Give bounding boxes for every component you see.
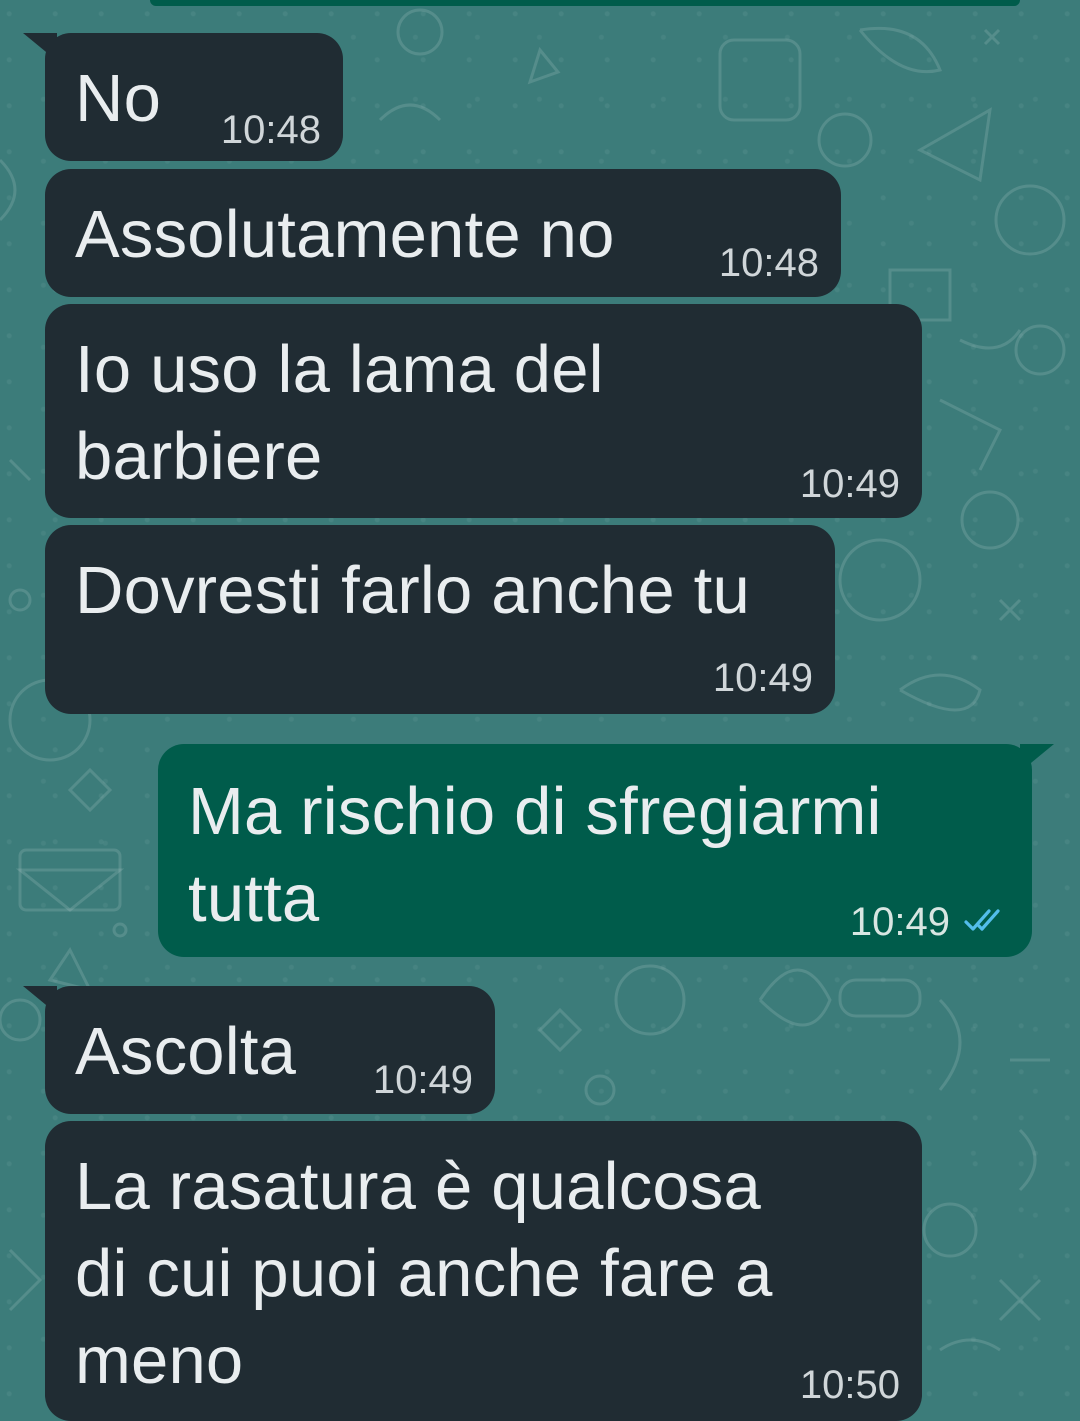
- previous-outgoing-bubble-edge: [150, 0, 1020, 6]
- message-text: Io uso la lama del barbiere: [75, 332, 604, 494]
- message-text: No: [75, 61, 162, 136]
- incoming-message-bubble[interactable]: Io uso la lama del barbiere 10:49: [45, 304, 922, 518]
- double-check-read-icon: [964, 909, 1000, 931]
- message-timestamp: 10:49: [799, 462, 900, 506]
- incoming-message-bubble[interactable]: Assolutamente no 10:48: [45, 169, 841, 297]
- message-text: Ma rischio di sfregiarmi tutta: [188, 774, 882, 936]
- bubble-tail: [1020, 744, 1054, 772]
- message-timestamp: 10:49: [372, 1058, 473, 1102]
- incoming-message-bubble[interactable]: La rasatura è qualcosa di cui puoi anche…: [45, 1121, 922, 1421]
- incoming-message-bubble[interactable]: Dovresti farlo anche tu 10:49: [45, 525, 835, 714]
- message-timestamp: 10:49: [849, 900, 950, 944]
- outgoing-message-bubble[interactable]: Ma rischio di sfregiarmi tutta 10:49: [158, 744, 1054, 957]
- message-text: Assolutamente no: [75, 197, 615, 272]
- message-timestamp: 10:48: [220, 108, 321, 152]
- message-text: Ascolta: [75, 1014, 297, 1089]
- message-text: Dovresti farlo anche tu: [75, 553, 750, 628]
- message-text: La rasatura è qualcosa di cui puoi anche…: [75, 1149, 773, 1398]
- bubble-tail: [23, 33, 57, 61]
- incoming-message-bubble[interactable]: Ascolta 10:49: [23, 986, 495, 1114]
- message-timestamp: 10:50: [799, 1363, 900, 1407]
- message-timestamp: 10:48: [718, 241, 819, 285]
- bubble-tail: [23, 986, 57, 1014]
- incoming-message-bubble[interactable]: No 10:48: [23, 33, 343, 161]
- message-timestamp: 10:49: [712, 656, 813, 700]
